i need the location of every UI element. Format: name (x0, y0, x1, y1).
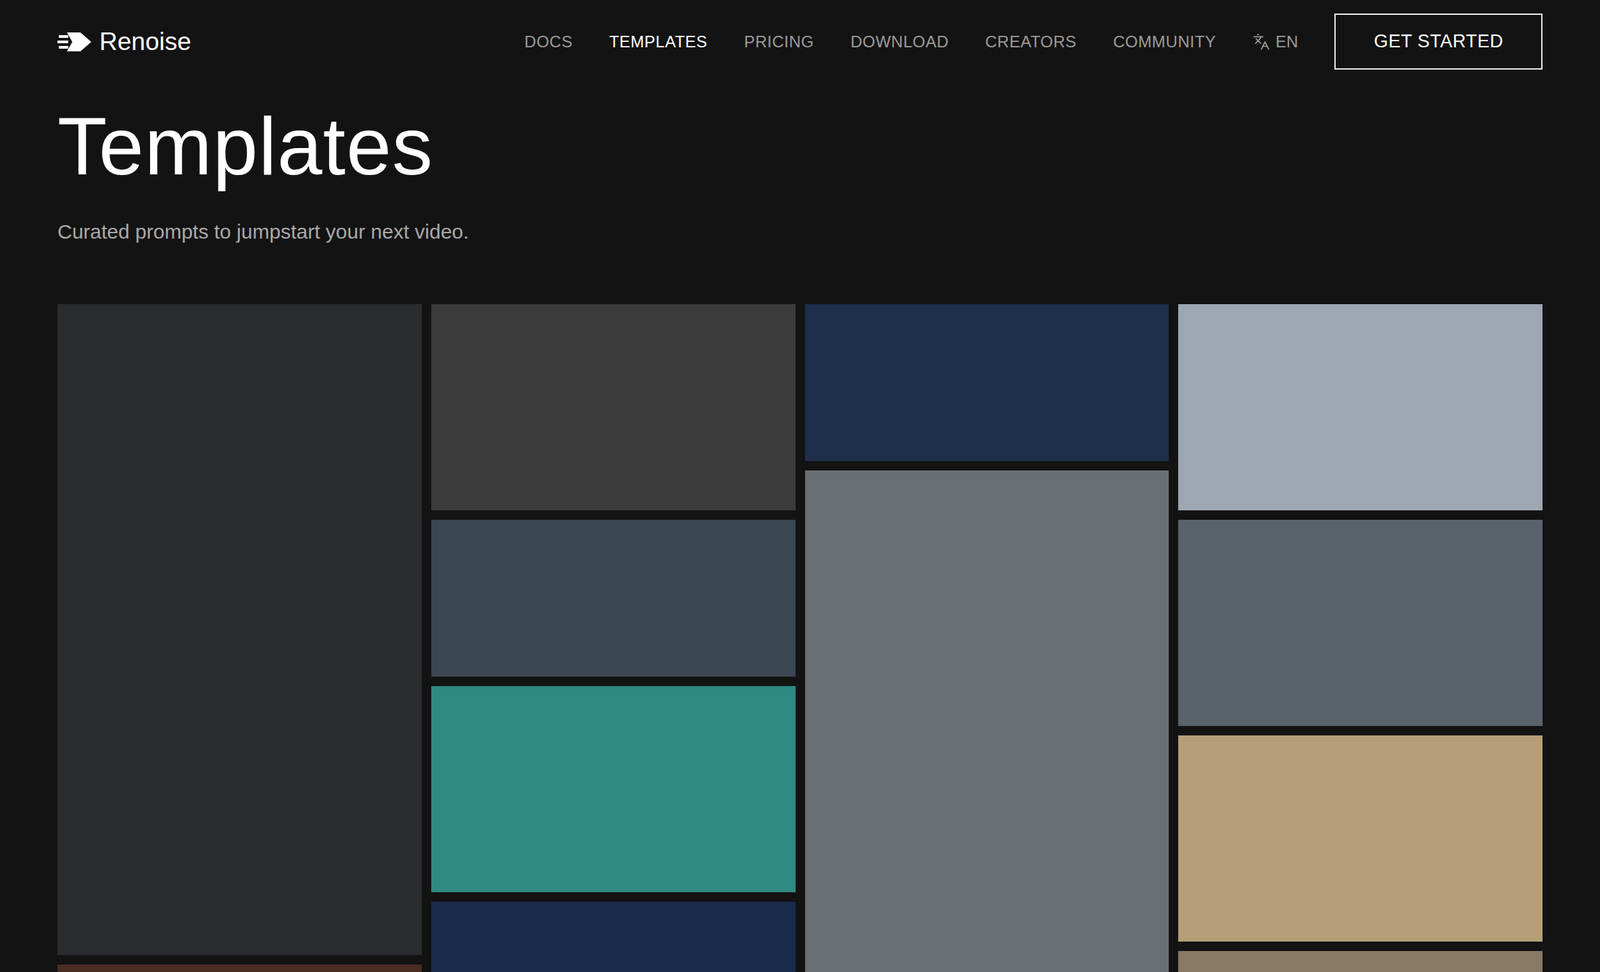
renoise-logo-icon (57, 31, 93, 53)
gallery-column (1178, 304, 1543, 972)
template-tile[interactable] (1178, 304, 1543, 511)
template-tile[interactable] (431, 519, 796, 677)
nav-link[interactable]: PRICING (744, 32, 815, 52)
template-tile[interactable] (57, 304, 422, 956)
template-tile[interactable] (1178, 735, 1543, 942)
gallery-column (57, 304, 422, 972)
template-tile[interactable] (1178, 951, 1543, 972)
template-tile[interactable] (431, 686, 796, 893)
template-tile[interactable] (431, 901, 796, 972)
template-tile[interactable] (805, 470, 1170, 972)
logo-text[interactable]: Renoise (99, 27, 192, 57)
logo[interactable]: Renoise (57, 13, 192, 70)
translate-icon (1252, 33, 1271, 51)
template-tile[interactable] (1178, 519, 1543, 726)
nav-link[interactable]: COMMUNITY (1113, 32, 1217, 52)
template-tile[interactable] (805, 304, 1170, 462)
template-tile[interactable] (431, 304, 796, 511)
nav-link[interactable]: DOCS (524, 32, 573, 52)
language-switch[interactable]: EN (1252, 32, 1298, 52)
page-title: Templates (57, 101, 1543, 191)
page-subtitle: Curated prompts to jumpstart your next v… (57, 219, 1543, 245)
top-bar: Renoise DOCS TEMPLATES PRICING DOWNLOAD CREAT… (57, 0, 1543, 84)
nav-link[interactable]: TEMPLATES (609, 32, 708, 52)
get-started-button[interactable]: GET STARTED (1334, 13, 1543, 70)
nav-link[interactable]: DOWNLOAD (850, 32, 949, 52)
templates-page: Renoise DOCS TEMPLATES PRICING DOWNLOAD CREAT… (0, 0, 1600, 972)
main-nav: DOCS TEMPLATES PRICING DOWNLOAD CREATORS COMM… (524, 13, 1543, 70)
nav-link[interactable]: CREATORS (984, 32, 1077, 52)
template-gallery (57, 304, 1543, 972)
gallery-column (805, 304, 1170, 972)
gallery-column (431, 304, 796, 972)
template-tile[interactable] (57, 964, 422, 972)
